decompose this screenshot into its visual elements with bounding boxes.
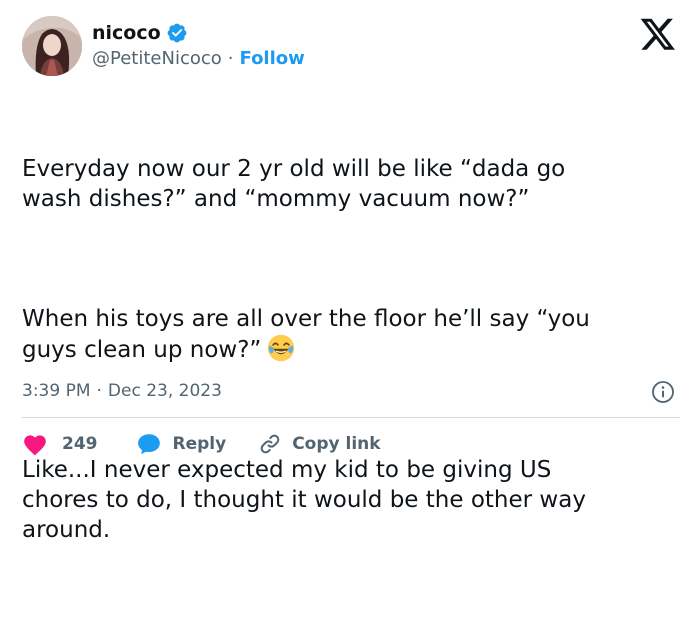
like-count: 249 (62, 434, 98, 454)
timestamp[interactable]: 3:39 PM · Dec 23, 2023 (22, 379, 222, 403)
action-bar: 249 Reply Copy link (22, 431, 381, 457)
tweet-paragraph-3: Like...I never expected my kid to be giv… (22, 457, 586, 543)
reply-label: Reply (172, 434, 227, 454)
author-name-row: nicoco (92, 21, 188, 45)
tweet-card: nicoco @PetiteNicoco · Follow Everyday n… (0, 0, 700, 543)
tweet-paragraph-2-text: When his toys are all over the floor he’… (22, 306, 590, 363)
like-button[interactable]: 249 (22, 432, 98, 456)
author-handle[interactable]: @PetiteNicoco (92, 47, 222, 71)
display-name[interactable]: nicoco (92, 21, 161, 45)
timestamp-separator: · (96, 381, 102, 401)
verified-badge-icon (166, 22, 188, 44)
avatar[interactable] (22, 16, 82, 76)
speech-bubble-icon (136, 432, 162, 456)
face-with-tears-of-joy-icon (267, 334, 295, 362)
tweet-text: Everyday now our 2 yr old will be like “… (22, 94, 678, 635)
x-logo-icon[interactable] (638, 18, 678, 52)
copy-link-label: Copy link (292, 434, 381, 454)
heart-icon (22, 432, 48, 456)
tweet-paragraph-2: When his toys are all over the floor he’… (22, 304, 678, 365)
link-icon (258, 432, 282, 456)
tweet-time: 3:39 PM (22, 381, 91, 401)
follow-button[interactable]: Follow (240, 47, 305, 71)
divider (22, 417, 680, 418)
handle-separator: · (227, 48, 234, 69)
tweet-paragraph-1: Everyday now our 2 yr old will be like “… (22, 156, 566, 212)
handle-row: @PetiteNicoco · Follow (92, 47, 305, 71)
tweet-date: Dec 23, 2023 (107, 381, 222, 401)
reply-button[interactable]: Reply (136, 432, 227, 456)
copy-link-button[interactable]: Copy link (258, 432, 381, 456)
info-icon[interactable] (651, 380, 675, 404)
